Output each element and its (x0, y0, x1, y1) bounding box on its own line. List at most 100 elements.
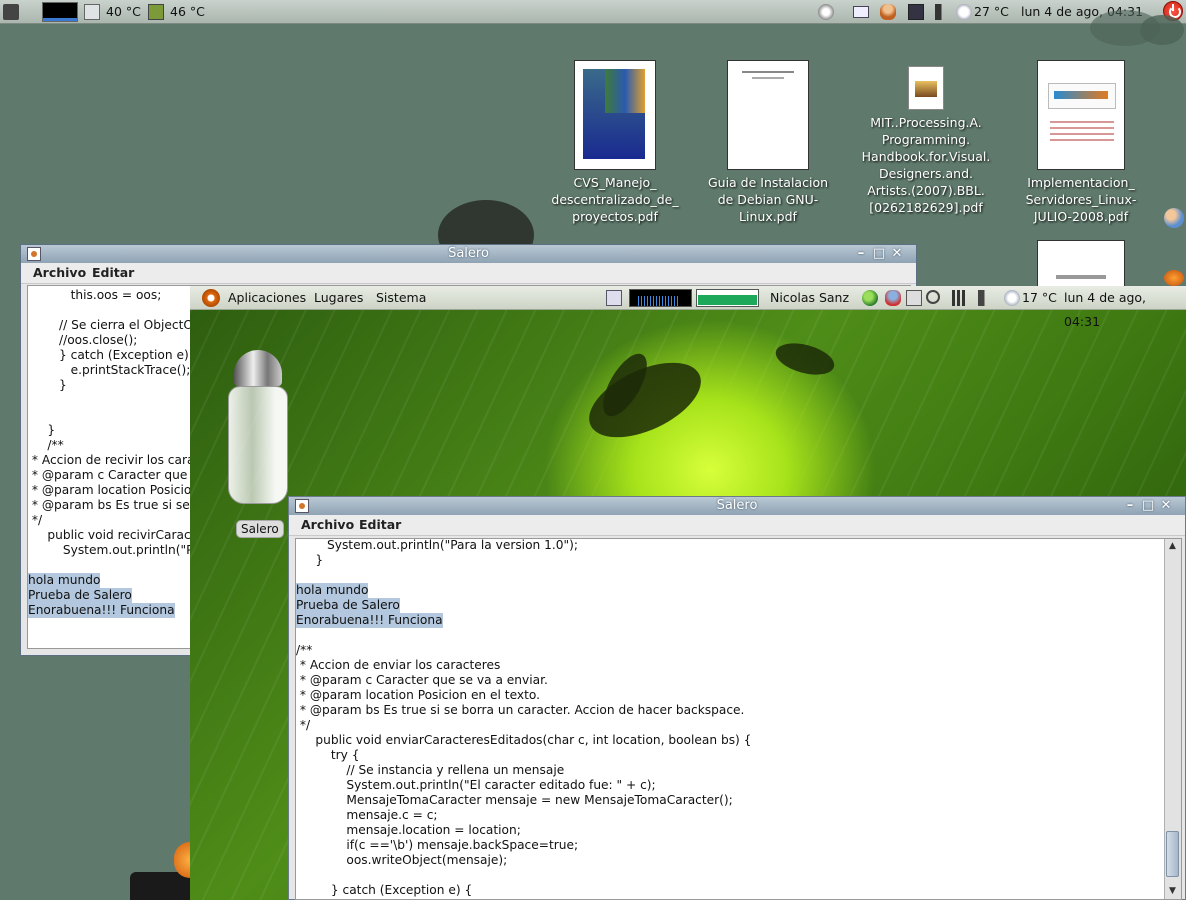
desktop-icon-debian-pdf[interactable]: Guia de Instalacion de Debian GNU- Linux… (700, 60, 836, 225)
username[interactable]: Nicolas Sanz (770, 286, 849, 310)
desktop-icon-label: MIT..Processing.A. Programming. Handbook… (861, 115, 991, 215)
pdf-thumbnail-partial[interactable] (1037, 240, 1125, 286)
code-line: //oos.close(); (28, 333, 138, 347)
minimize-button[interactable]: – (854, 247, 868, 261)
user-presence-icon[interactable] (885, 290, 901, 306)
desktop-icon-processing-pdf[interactable]: MIT..Processing.A. Programming. Handbook… (852, 66, 1000, 216)
weather-icon[interactable] (1004, 290, 1020, 306)
cpu-temp-value: 40 °C (106, 4, 141, 19)
wallpaper-shape (1140, 15, 1184, 45)
code-line: System.out.println("Par (28, 543, 206, 557)
memory-graph[interactable] (696, 289, 759, 307)
network-graph[interactable] (629, 289, 692, 307)
ubuntu-logo-icon[interactable] (202, 289, 220, 307)
code-line: } catch (Exception e) { (28, 348, 201, 362)
window-title: Salero (716, 498, 758, 513)
user-status-icon[interactable] (880, 4, 896, 20)
maximize-button[interactable]: □ (1141, 499, 1155, 513)
menubar: Archivo Editar (21, 263, 916, 284)
scroll-up-arrow[interactable]: ▲ (1165, 539, 1180, 554)
code-line: /** (28, 438, 64, 452)
code-line: oos.writeObject(mensaje); (296, 853, 508, 867)
desktop-icon-label: CVS_Manejo_ descentralizado_de_ proyecto… (551, 175, 679, 224)
maximize-button[interactable]: □ (872, 247, 886, 261)
text-editor-launcher-icon[interactable] (606, 290, 622, 306)
code-line: System.out.println("El caracter editado … (296, 778, 656, 792)
window-titlebar[interactable]: Salero – □ ✕ (21, 245, 916, 263)
volume-icon[interactable] (935, 4, 951, 20)
window-title: Salero (448, 246, 489, 261)
code-line: * @param c Caracter que se va a enviar. (296, 673, 548, 687)
trash-dock-icon[interactable] (130, 872, 190, 900)
salt-shaker-body (228, 386, 288, 504)
desktop-icon-servidores-pdf[interactable]: Implementacion_ Servidores_Linux- JULIO-… (1012, 60, 1150, 225)
menubar: Archivo Editar (289, 515, 1185, 536)
guest-weather-temp[interactable]: 17 °C (1022, 286, 1057, 310)
weather-temp[interactable]: 27 °C (974, 0, 1009, 24)
code-line: try { (296, 748, 360, 762)
code-line: } (296, 553, 324, 567)
code-line: */ (28, 513, 43, 527)
salero-window-front[interactable]: Salero – □ ✕ Archivo Editar System.out.p… (288, 496, 1186, 900)
network-icon[interactable] (908, 4, 924, 20)
code-line: * @param c Caracter que se (28, 468, 206, 482)
code-line: if(c =='\b') mensaje.backSpace=true; (296, 838, 579, 852)
weather-icon[interactable] (956, 4, 972, 20)
salero-desktop-icon[interactable]: Salero (224, 350, 294, 540)
scroll-thumb[interactable] (1166, 831, 1179, 877)
menu-aplicaciones[interactable]: Aplicaciones (228, 286, 306, 310)
code-line: public void recivirCaracte (28, 528, 203, 542)
menu-archivo[interactable]: Archivo (301, 515, 354, 535)
code-line: * @param bs Es true si se borra un carac… (296, 703, 745, 717)
selected-text-line: Enorabuena!!! Funciona (296, 613, 443, 628)
selected-text-line: hola mundo (28, 573, 101, 588)
code-line: * Accion de recivir los carac (28, 453, 202, 467)
system-monitor-graph[interactable] (42, 2, 78, 22)
mail-icon[interactable] (853, 6, 869, 18)
java-app-icon (27, 247, 41, 261)
brightness-icon[interactable] (818, 4, 834, 20)
menu-editar[interactable]: Editar (359, 515, 401, 535)
menu-lugares[interactable]: Lugares (314, 286, 363, 310)
selected-text-line: hola mundo (296, 583, 369, 598)
code-line: this.oos = oos; (28, 288, 162, 302)
code-line: */ (296, 718, 311, 732)
code-line: * @param bs Es true si se b (28, 498, 202, 512)
salt-shaker-cap (234, 350, 282, 386)
code-line: * @param location Posicion en el texto. (296, 688, 540, 702)
scroll-down-arrow[interactable]: ▼ (1165, 884, 1180, 899)
close-button[interactable]: ✕ (1159, 499, 1173, 513)
browser-icon[interactable] (1164, 270, 1184, 286)
code-line: // Se cierra el ObjectO (28, 318, 193, 332)
vertical-scrollbar[interactable]: ▲ ▼ (1164, 539, 1181, 899)
menu-archivo[interactable]: Archivo (33, 263, 86, 283)
pdf-thumbnail (727, 60, 809, 170)
code-line: } catch (Exception e) { (296, 883, 473, 897)
desktop-icon-cvs-pdf[interactable]: CVS_Manejo_ descentralizado_de_ proyecto… (540, 60, 690, 225)
menu-editar[interactable]: Editar (92, 263, 134, 283)
selected-text-line: Enorabuena!!! Funciona (28, 603, 175, 618)
remote-desktop-screen[interactable]: Aplicaciones Lugares Sistema Nicolas San… (190, 286, 1186, 900)
window-titlebar[interactable]: Salero – □ ✕ (289, 497, 1185, 515)
people-icon[interactable] (1164, 208, 1184, 228)
volume-icon[interactable] (978, 290, 994, 306)
desktop-icon-label: Implementacion_ Servidores_Linux- JULIO-… (1025, 175, 1137, 224)
pdf-thumbnail (574, 60, 656, 170)
code-line: // Se instancia y rellena un mensaje (296, 763, 565, 777)
pdf-thumbnail (1037, 60, 1125, 170)
minimize-button[interactable]: – (1123, 499, 1137, 513)
menu-sistema[interactable]: Sistema (376, 286, 426, 310)
close-button[interactable]: ✕ (890, 247, 904, 261)
computer-icon[interactable] (3, 4, 19, 20)
chat-status-icon[interactable] (862, 290, 878, 306)
text-editor[interactable]: System.out.println("Para la version 1.0"… (296, 539, 1165, 899)
speaker-device-icon[interactable] (906, 290, 922, 306)
signal-strength-icon[interactable] (952, 290, 968, 306)
guest-clock[interactable]: lun 4 de ago, 04:31 (1064, 286, 1186, 334)
host-top-panel: 40 °C 46 °C 27 °C lun 4 de ago, 04:31 (0, 0, 1186, 24)
code-line: System.out.println("Para la version 1.0"… (296, 539, 578, 552)
code-line: } (28, 423, 56, 437)
desktop-icon-label: Guia de Instalacion de Debian GNU- Linux… (707, 175, 829, 224)
search-icon[interactable] (926, 290, 940, 304)
document-icon (908, 66, 944, 110)
